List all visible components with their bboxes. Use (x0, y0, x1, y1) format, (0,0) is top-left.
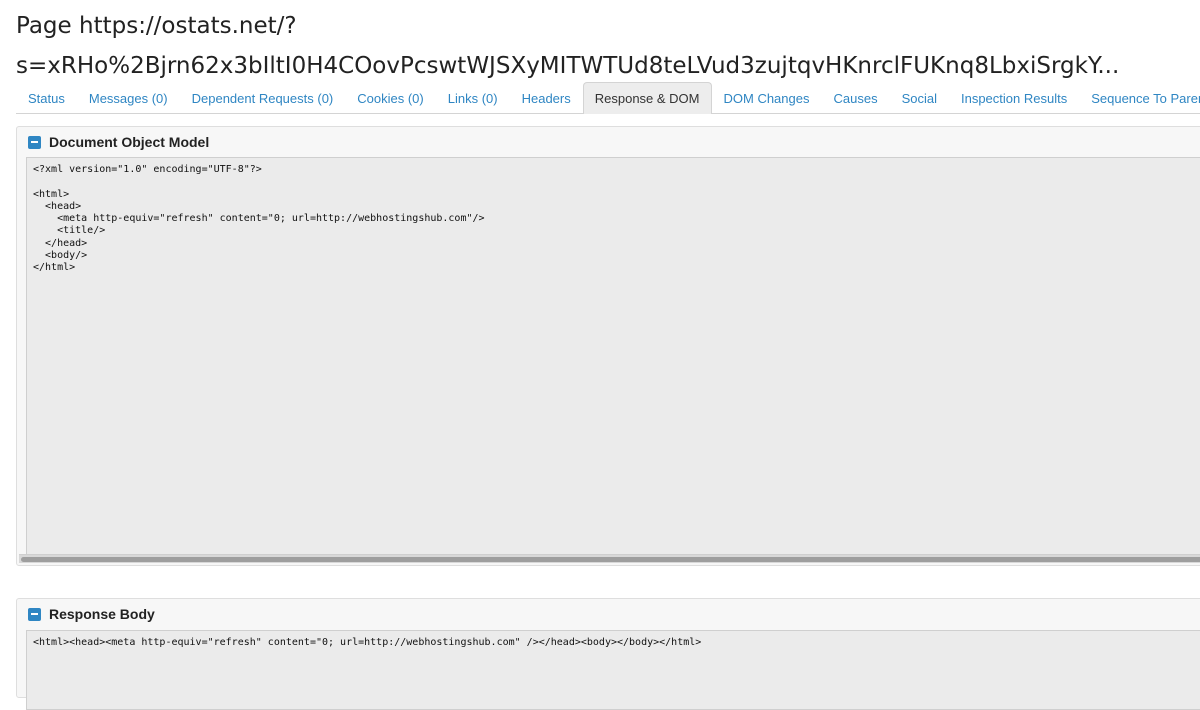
tab-status[interactable]: Status (16, 82, 77, 113)
tab-causes[interactable]: Causes (821, 82, 889, 113)
tab-headers[interactable]: Headers (510, 82, 583, 113)
tab-dependent-requests[interactable]: Dependent Requests (0) (180, 82, 346, 113)
tab-links[interactable]: Links (0) (436, 82, 510, 113)
collapse-icon[interactable] (28, 135, 41, 149)
horizontal-scrollbar[interactable] (19, 554, 1200, 563)
scrollbar-thumb[interactable] (21, 557, 1200, 562)
dom-panel-header: Document Object Model (17, 127, 1200, 157)
collapse-icon[interactable] (28, 607, 41, 621)
tab-inspection-results[interactable]: Inspection Results (949, 82, 1079, 113)
dom-code-view[interactable]: <?xml version="1.0" encoding="UTF-8"?> <… (26, 157, 1200, 559)
page-title-line-1: Page https://ostats.net/? (16, 13, 297, 39)
tab-cookies[interactable]: Cookies (0) (345, 82, 435, 113)
tab-messages[interactable]: Messages (0) (77, 82, 180, 113)
response-body-panel-header: Response Body (17, 599, 1200, 629)
tab-sequence-to-parent[interactable]: Sequence To Parent (1079, 82, 1200, 113)
tab-social[interactable]: Social (890, 82, 949, 113)
response-body-panel-title: Response Body (49, 606, 155, 622)
dom-panel-title: Document Object Model (49, 134, 210, 150)
tab-response-dom[interactable]: Response & DOM (582, 82, 712, 114)
page-title: Page https://ostats.net/? s=xRHo%2Bjrn62… (16, 6, 1196, 86)
dom-panel: Document Object Model <?xml version="1.0… (16, 126, 1200, 566)
tab-dom-changes[interactable]: DOM Changes (712, 82, 822, 113)
response-body-panel: Response Body <html><head><meta http-equ… (16, 598, 1200, 710)
response-body-code-view[interactable]: <html><head><meta http-equiv="refresh" c… (26, 630, 1200, 710)
page-title-line-2: s=xRHo%2Bjrn62x3bIltI0H4COovPcswtWJSXyMI… (16, 53, 1120, 79)
tab-bar: Status Messages (0) Dependent Requests (… (16, 82, 1200, 114)
